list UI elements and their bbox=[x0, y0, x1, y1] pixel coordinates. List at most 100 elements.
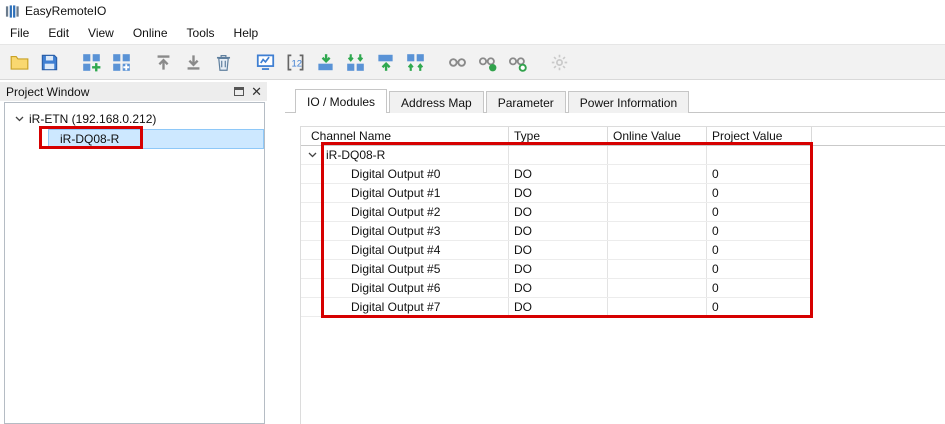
online-value-cell bbox=[608, 146, 707, 164]
menu-edit[interactable]: Edit bbox=[40, 23, 77, 43]
project-tree: iR-ETN (192.168.0.212) iR-DQ08-R bbox=[4, 102, 265, 424]
toolbar: 12 bbox=[0, 44, 945, 80]
save-project-icon[interactable] bbox=[36, 49, 62, 75]
online-value-cell bbox=[608, 298, 707, 316]
write-all-devices-icon[interactable] bbox=[342, 49, 368, 75]
read-device-icon[interactable] bbox=[372, 49, 398, 75]
project-value-cell: 0 bbox=[707, 203, 812, 221]
write-device-icon[interactable] bbox=[312, 49, 338, 75]
svg-text:12: 12 bbox=[291, 58, 302, 69]
channel-name-cell: Digital Output #2 bbox=[323, 203, 509, 221]
table-row[interactable]: Digital Output #6 DO 0 bbox=[301, 279, 812, 298]
tab-power-information[interactable]: Power Information bbox=[567, 91, 690, 113]
tab-io-modules[interactable]: IO / Modules bbox=[295, 89, 388, 113]
table-row[interactable]: Digital Output #0 DO 0 bbox=[301, 165, 812, 184]
title-bar: EasyRemoteIO bbox=[0, 0, 945, 22]
online-value-cell bbox=[608, 222, 707, 240]
table-row[interactable]: Digital Output #4 DO 0 bbox=[301, 241, 812, 260]
menu-help[interactable]: Help bbox=[226, 23, 267, 43]
online-monitor-icon[interactable] bbox=[252, 49, 278, 75]
channel-name-cell: Digital Output #3 bbox=[323, 222, 509, 240]
table-row[interactable]: Digital Output #1 DO 0 bbox=[301, 184, 812, 203]
toolbar-group bbox=[78, 49, 134, 75]
tree-item-label: iR-ETN (192.168.0.212) bbox=[29, 112, 157, 126]
tree-item-label: iR-DQ08-R bbox=[60, 132, 120, 146]
type-cell: DO bbox=[509, 241, 608, 259]
table-row[interactable]: Digital Output #5 DO 0 bbox=[301, 260, 812, 279]
address-overview-icon[interactable]: 12 bbox=[282, 49, 308, 75]
disconnect-icon[interactable] bbox=[504, 49, 530, 75]
menu-view[interactable]: View bbox=[80, 23, 122, 43]
table-row[interactable]: Digital Output #2 DO 0 bbox=[301, 203, 812, 222]
row-gutter bbox=[301, 241, 323, 259]
module-table: Channel Name Type Online Value Project V… bbox=[300, 126, 945, 424]
column-header-filler bbox=[812, 127, 945, 145]
menu-file[interactable]: File bbox=[2, 23, 37, 43]
float-panel-icon[interactable] bbox=[234, 87, 245, 96]
tree-item-gateway[interactable]: iR-ETN (192.168.0.212) bbox=[5, 109, 264, 129]
scan-network-icon[interactable] bbox=[444, 49, 470, 75]
channel-name-cell: Digital Output #6 bbox=[323, 279, 509, 297]
project-value-cell: 0 bbox=[707, 298, 812, 316]
project-value-cell: 0 bbox=[707, 184, 812, 202]
menu-tools[interactable]: Tools bbox=[179, 23, 223, 43]
menu-online[interactable]: Online bbox=[125, 23, 176, 43]
project-value-cell bbox=[707, 146, 812, 164]
move-up-icon[interactable] bbox=[150, 49, 176, 75]
add-device-icon[interactable] bbox=[78, 49, 104, 75]
tree-item-module[interactable]: iR-DQ08-R bbox=[5, 129, 264, 149]
type-cell: DO bbox=[509, 165, 608, 183]
channel-name-cell: Digital Output #4 bbox=[323, 241, 509, 259]
channel-name-cell: Digital Output #1 bbox=[323, 184, 509, 202]
project-value-cell: 0 bbox=[707, 260, 812, 278]
type-cell: DO bbox=[509, 184, 608, 202]
row-gutter bbox=[301, 298, 323, 316]
table-row[interactable]: Digital Output #7 DO 0 bbox=[301, 298, 812, 317]
row-gutter bbox=[301, 222, 323, 240]
project-value-cell: 0 bbox=[707, 279, 812, 297]
toolbar-group bbox=[444, 49, 530, 75]
module-detail-panel: IO / Modules Address Map Parameter Power In… bbox=[285, 80, 945, 424]
expand-chevron-icon[interactable] bbox=[301, 146, 323, 164]
toolbar-group bbox=[6, 49, 62, 75]
type-cell: DO bbox=[509, 203, 608, 221]
table-header: Channel Name Type Online Value Project V… bbox=[301, 127, 945, 146]
type-cell: DO bbox=[509, 260, 608, 278]
channel-name-cell: Digital Output #0 bbox=[323, 165, 509, 183]
toolbar-group bbox=[150, 49, 236, 75]
channel-name-cell: Digital Output #7 bbox=[323, 298, 509, 316]
application-window: EasyRemoteIO File Edit View Online Tools… bbox=[0, 0, 945, 424]
column-header-type[interactable]: Type bbox=[509, 127, 608, 145]
project-window-header: Project Window ✕ bbox=[0, 82, 267, 101]
delete-icon[interactable] bbox=[210, 49, 236, 75]
menu-bar: File Edit View Online Tools Help bbox=[0, 22, 945, 44]
toolbar-group bbox=[546, 49, 572, 75]
tab-bar: IO / Modules Address Map Parameter Power In… bbox=[295, 89, 691, 113]
chevron-down-icon[interactable] bbox=[13, 116, 25, 122]
app-logo-icon bbox=[5, 4, 20, 19]
table-row[interactable]: Digital Output #3 DO 0 bbox=[301, 222, 812, 241]
column-header-online-value[interactable]: Online Value bbox=[608, 127, 707, 145]
add-module-icon[interactable] bbox=[108, 49, 134, 75]
connect-icon[interactable] bbox=[474, 49, 500, 75]
project-window-panel: Project Window ✕ iR-ETN (192.168.0.212) … bbox=[0, 80, 267, 424]
row-gutter bbox=[301, 184, 323, 202]
column-header-project-value[interactable]: Project Value bbox=[707, 127, 812, 145]
open-project-icon[interactable] bbox=[6, 49, 32, 75]
move-down-icon[interactable] bbox=[180, 49, 206, 75]
online-value-cell bbox=[608, 279, 707, 297]
group-name-cell: iR-DQ08-R bbox=[323, 146, 509, 164]
type-cell: DO bbox=[509, 298, 608, 316]
read-all-devices-icon[interactable] bbox=[402, 49, 428, 75]
tab-parameter[interactable]: Parameter bbox=[485, 91, 566, 113]
table-group-row[interactable]: iR-DQ08-R bbox=[301, 146, 812, 165]
tab-address-map[interactable]: Address Map bbox=[389, 91, 484, 113]
close-panel-icon[interactable]: ✕ bbox=[251, 85, 262, 98]
tree-selection-highlight: iR-DQ08-R bbox=[48, 129, 264, 149]
gateway-settings-icon[interactable] bbox=[546, 49, 572, 75]
type-cell bbox=[509, 146, 608, 164]
project-window-title: Project Window bbox=[6, 84, 90, 99]
column-header-channel-name[interactable]: Channel Name bbox=[301, 127, 509, 145]
main-area: Project Window ✕ iR-ETN (192.168.0.212) … bbox=[0, 80, 945, 424]
row-gutter bbox=[301, 279, 323, 297]
